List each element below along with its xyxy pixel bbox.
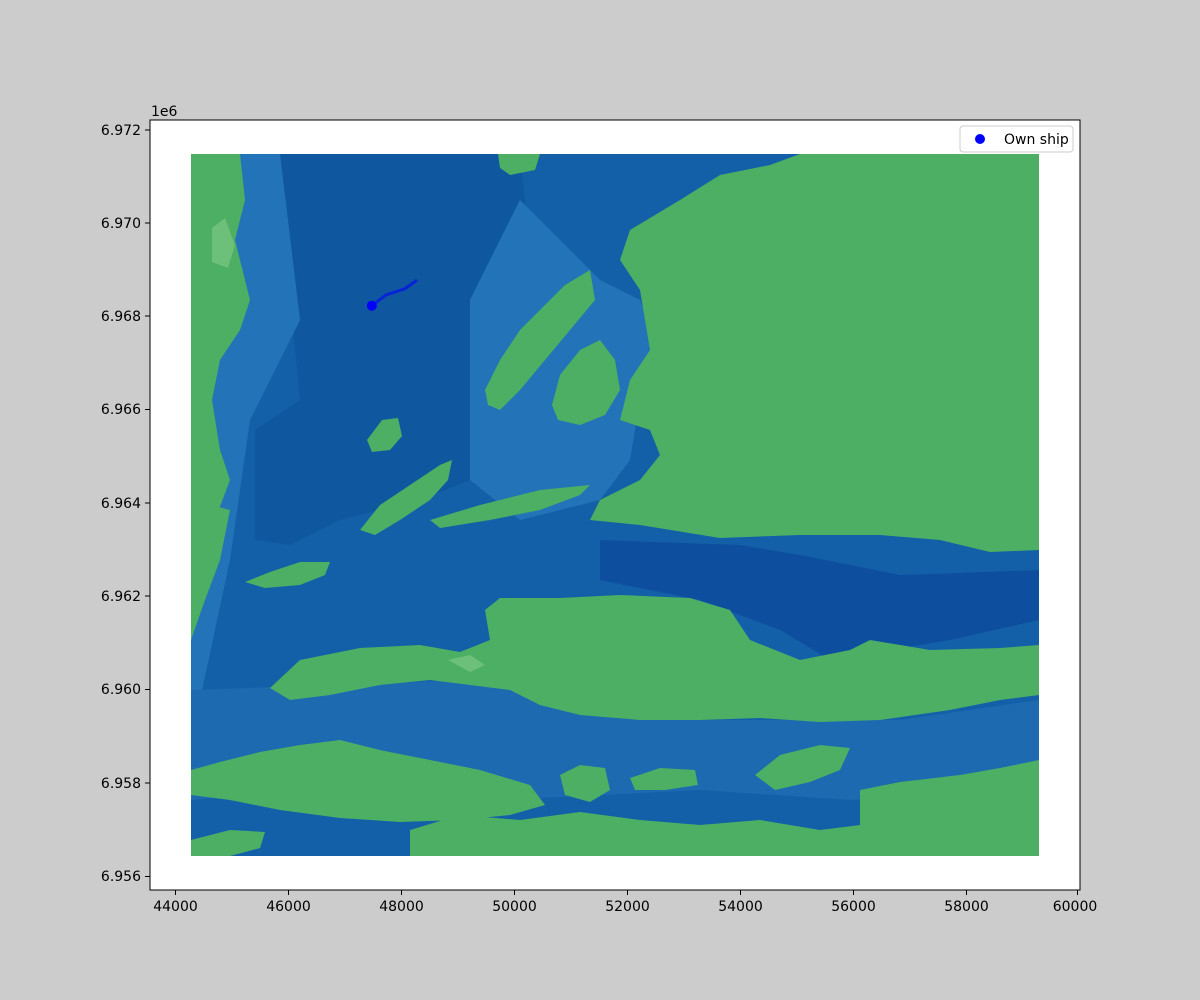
y-tick-label: 6.960: [101, 682, 141, 698]
x-tick-label: 58000: [944, 899, 989, 915]
x-tick: 54000: [718, 890, 763, 915]
y-tick: 6.966: [101, 402, 150, 418]
x-tick: 46000: [266, 890, 311, 915]
y-tick-label: 6.958: [101, 776, 141, 792]
y-offset-label: 1e6: [151, 104, 178, 120]
x-tick-label: 44000: [153, 899, 198, 915]
y-tick: 6.960: [101, 682, 150, 698]
y-tick: 6.962: [101, 589, 150, 605]
legend-marker: [975, 134, 985, 144]
x-tick-label: 60000: [1053, 899, 1098, 915]
y-tick-label: 6.962: [101, 589, 141, 605]
y-tick: 6.972: [101, 123, 150, 139]
y-tick-label: 6.956: [101, 869, 141, 885]
land-northeast: [590, 154, 1039, 552]
map-figure: 44000 46000 48000 50000 52000 54000 5600…: [101, 104, 1097, 915]
x-axis: 44000 46000 48000 50000 52000 54000 5600…: [153, 890, 1097, 915]
y-tick-label: 6.970: [101, 216, 141, 232]
x-tick-label: 50000: [492, 899, 537, 915]
own-ship-marker: [366, 300, 377, 311]
y-tick: 6.958: [101, 776, 150, 792]
y-tick: 6.956: [101, 869, 150, 885]
x-tick: 52000: [605, 890, 650, 915]
x-tick: 48000: [379, 890, 424, 915]
y-tick: 6.968: [101, 309, 150, 325]
x-tick-label: 52000: [605, 899, 650, 915]
y-tick: 6.970: [101, 216, 150, 232]
x-tick: 58000: [944, 890, 989, 915]
x-tick: 44000: [153, 890, 198, 915]
nautical-map: [191, 154, 1039, 856]
x-tick-label: 46000: [266, 899, 311, 915]
y-tick: 6.964: [101, 496, 150, 512]
y-tick-label: 6.968: [101, 309, 141, 325]
x-tick-label: 54000: [718, 899, 763, 915]
legend: Own ship: [959, 125, 1074, 153]
x-tick: 50000: [492, 890, 537, 915]
x-tick-label: 48000: [379, 899, 424, 915]
y-tick-label: 6.966: [101, 402, 141, 418]
x-tick: 56000: [831, 890, 876, 915]
x-tick-label: 56000: [831, 899, 876, 915]
x-tick: 60000: [1053, 890, 1098, 915]
y-tick-label: 6.964: [101, 496, 141, 512]
legend-label: Own ship: [1004, 132, 1069, 148]
y-tick-label: 6.972: [101, 123, 141, 139]
